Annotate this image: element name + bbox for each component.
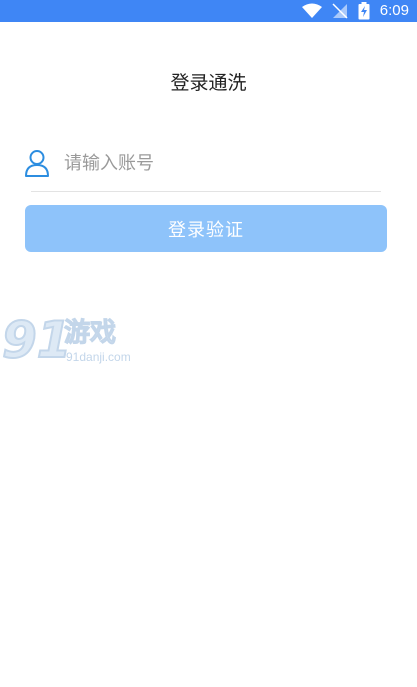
account-row [24, 145, 386, 185]
user-icon [25, 150, 49, 177]
watermark-url: 91danji.com [66, 350, 131, 364]
wifi-icon [301, 3, 322, 18]
login-verify-button[interactable]: 登录验证 [25, 205, 387, 252]
status-bar: 6:09 [0, 0, 417, 22]
watermark-logo: 91 游戏 91danji.com [1, 311, 138, 370]
battery-charging-icon [358, 2, 370, 20]
account-underline [31, 191, 381, 192]
account-input[interactable] [64, 147, 374, 179]
watermark-number: 91 [1, 311, 73, 369]
status-icons: 6:09 [301, 0, 409, 22]
status-time: 6:09 [379, 2, 409, 19]
signal-icon [332, 3, 348, 19]
watermark-name: 游戏 [63, 318, 117, 349]
page-title: 登录通洗 [170, 72, 247, 94]
